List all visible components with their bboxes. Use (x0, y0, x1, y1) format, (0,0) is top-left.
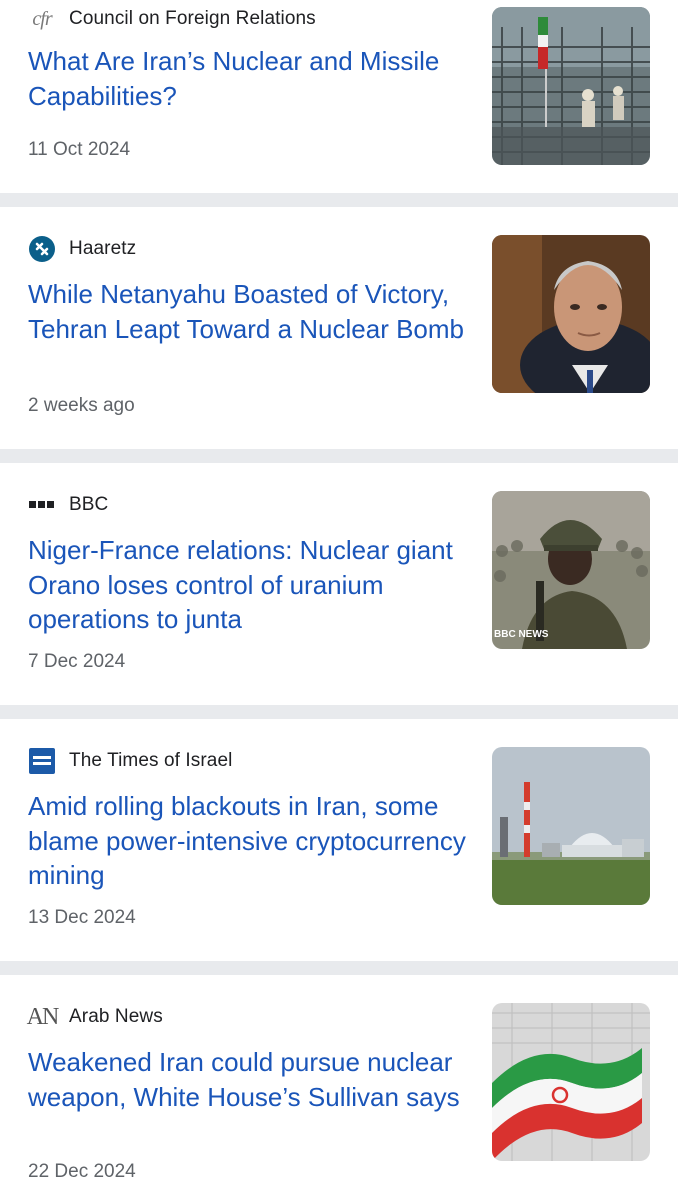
cfr-logo-icon: cfr (32, 7, 52, 30)
source-name: Haaretz (69, 238, 137, 259)
source-name: The Times of Israel (69, 750, 233, 771)
article-source[interactable]: BBC (28, 493, 108, 517)
article-headline[interactable]: Amid rolling blackouts in Iran, some bla… (28, 789, 468, 893)
bbc-news-watermark: BBC NEWS (494, 629, 549, 640)
source-name: Council on Foreign Relations (69, 8, 316, 29)
article-date: 7 Dec 2024 (28, 651, 126, 672)
card-separator (0, 705, 678, 719)
card-separator (0, 961, 678, 975)
article-date: 13 Dec 2024 (28, 907, 136, 928)
article-source[interactable]: Haaretz (28, 236, 137, 262)
article-thumbnail[interactable] (492, 1003, 650, 1161)
article-card[interactable]: AN Arab News Weakened Iran could pursue … (0, 975, 678, 1200)
article-date: 2 weeks ago (28, 395, 135, 416)
source-name: BBC (69, 494, 109, 515)
card-separator (0, 449, 678, 463)
article-headline[interactable]: Weakened Iran could pursue nuclear weapo… (28, 1045, 468, 1114)
article-thumbnail[interactable] (492, 7, 650, 165)
card-separator (0, 193, 678, 207)
article-thumbnail[interactable] (492, 747, 650, 905)
article-headline[interactable]: Niger-France relations: Nuclear giant Or… (28, 533, 468, 637)
times-of-israel-logo-icon (28, 748, 56, 774)
bbc-logo-icon (28, 493, 56, 517)
article-card[interactable]: The Times of Israel Amid rolling blackou… (0, 719, 678, 961)
source-name: Arab News (69, 1006, 163, 1027)
article-thumbnail[interactable] (492, 235, 650, 393)
article-card[interactable]: Haaretz While Netanyahu Boasted of Victo… (0, 207, 678, 449)
article-source[interactable]: AN Arab News (26, 1003, 163, 1030)
article-date: 11 Oct 2024 (28, 139, 131, 160)
arab-news-logo-icon: AN (26, 1003, 60, 1030)
article-headline[interactable]: What Are Iran’s Nuclear and Missile Capa… (28, 44, 468, 113)
article-date: 22 Dec 2024 (28, 1161, 136, 1182)
article-source[interactable]: The Times of Israel (28, 748, 233, 774)
haaretz-logo-icon (28, 236, 56, 262)
article-card[interactable]: BBC Niger-France relations: Nuclear gian… (0, 463, 678, 705)
article-source[interactable]: cfr Council on Foreign Relations (28, 7, 316, 31)
news-feed: cfr Council on Foreign Relations What Ar… (0, 0, 678, 1200)
article-card[interactable]: cfr Council on Foreign Relations What Ar… (0, 0, 678, 193)
article-headline[interactable]: While Netanyahu Boasted of Victory, Tehr… (28, 277, 468, 346)
article-thumbnail[interactable]: BBC NEWS (492, 491, 650, 649)
